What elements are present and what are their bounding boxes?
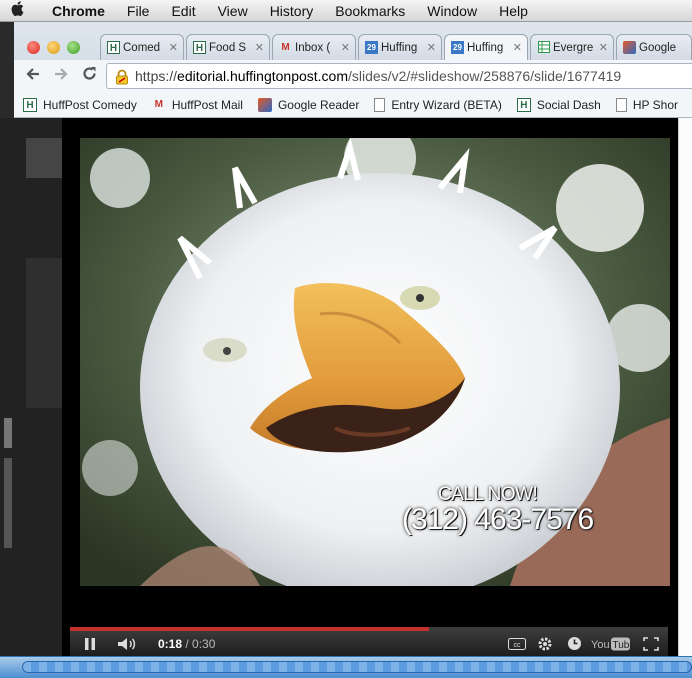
settings-gear-icon[interactable] <box>530 631 560 656</box>
bookmark-google-reader[interactable]: Google Reader <box>257 97 360 112</box>
document-icon <box>615 97 627 112</box>
menu-history[interactable]: History <box>259 3 325 19</box>
gmail-icon: M <box>154 98 163 110</box>
reload-icon[interactable] <box>78 66 100 86</box>
bookmark-label: Social Dash <box>536 97 601 112</box>
apple-icon[interactable] <box>0 1 34 20</box>
tab-label: Inbox ( <box>295 41 331 54</box>
close-window-button[interactable] <box>27 41 40 54</box>
page-right-sliver <box>678 118 692 656</box>
huffpost-icon: H <box>516 97 531 112</box>
google-reader-icon <box>257 97 272 112</box>
menu-file[interactable]: File <box>116 3 161 19</box>
bookmark-label: HP Shor <box>632 97 678 112</box>
url-host: editorial.huffingtonpost.com <box>177 68 348 84</box>
menu-edit[interactable]: Edit <box>160 3 206 19</box>
close-icon[interactable]: ✕ <box>341 41 350 54</box>
bookmark-label: Entry Wizard (BETA) <box>391 97 502 112</box>
youtube-logo-icon[interactable]: YouTube <box>588 631 634 656</box>
tab-food[interactable]: H Food S ✕ <box>186 34 270 60</box>
tab-huffington-1[interactable]: 29 Huffing ✕ <box>358 34 442 60</box>
time-display: 0:18 / 0:30 <box>158 637 215 651</box>
tab-strip: H Comed ✕ H Food S ✕ M Inbox ( ✕ 29 Huff… <box>14 30 692 60</box>
tab-label: Food S <box>209 41 247 54</box>
captions-icon[interactable]: cc <box>504 631 530 656</box>
close-icon[interactable]: ✕ <box>255 41 264 54</box>
huffpost-icon: H <box>107 41 120 54</box>
url-scheme: https:// <box>135 68 178 84</box>
gmail-icon: M <box>281 42 290 53</box>
current-time: 0:18 <box>158 636 183 651</box>
download-progress-bar <box>22 661 692 673</box>
calendar-icon: 29 <box>451 41 464 54</box>
svg-text:You: You <box>591 639 610 651</box>
menu-help[interactable]: Help <box>488 3 539 19</box>
tab-label: Huffing <box>381 41 418 54</box>
address-bar[interactable]: https://editorial.huffingtonpost.com/sli… <box>106 63 692 89</box>
tab-inbox[interactable]: M Inbox ( ✕ <box>272 34 356 60</box>
menu-bookmarks[interactable]: Bookmarks <box>324 3 416 19</box>
bookmark-huffpost-mail[interactable]: M HuffPost Mail <box>152 98 243 112</box>
pause-icon[interactable] <box>70 631 110 656</box>
tab-label: Comed <box>123 41 161 54</box>
menu-window[interactable]: Window <box>416 3 488 19</box>
background-block <box>26 138 62 178</box>
huffpost-icon: H <box>193 41 206 54</box>
close-icon[interactable]: ✕ <box>169 41 178 54</box>
dock-bar <box>0 656 692 678</box>
tab-label: Evergre <box>553 41 594 54</box>
svg-text:cc: cc <box>514 642 522 649</box>
bookmarks-bar: H HuffPost Comedy M HuffPost Mail Google… <box>14 92 692 118</box>
watch-later-clock-icon[interactable] <box>560 631 588 656</box>
video-overlay-text: CALL NOW! (312) 463-7576 <box>402 484 594 537</box>
phone-number-text: (312) 463-7576 <box>402 503 594 536</box>
svg-text:Tube: Tube <box>613 640 632 651</box>
close-icon[interactable]: ✕ <box>599 41 608 54</box>
tab-label: Google <box>639 41 677 54</box>
browser-window-chrome: H Comed ✕ H Food S ✕ M Inbox ( ✕ 29 Huff… <box>14 22 692 118</box>
forward-icon[interactable] <box>50 66 72 86</box>
close-icon[interactable]: ✕ <box>427 41 436 54</box>
lock-icon <box>115 68 129 85</box>
background-block <box>26 258 62 408</box>
tab-huffington-2[interactable]: 29 Huffing ✕ <box>444 34 528 60</box>
minimize-window-button[interactable] <box>47 41 60 54</box>
calendar-icon: 29 <box>365 41 378 54</box>
bookmark-label: Google Reader <box>277 97 360 112</box>
close-icon[interactable]: ✕ <box>513 41 522 54</box>
google-reader-icon <box>623 41 636 54</box>
bookmark-entry-wizard[interactable]: Entry Wizard (BETA) <box>374 97 502 112</box>
fullscreen-icon[interactable] <box>634 631 668 656</box>
background-block <box>4 418 12 448</box>
tab-label: Huffing <box>467 41 504 54</box>
volume-icon[interactable] <box>110 631 144 656</box>
bookmark-huffpost-comedy[interactable]: H HuffPost Comedy <box>23 97 137 112</box>
zoom-window-button[interactable] <box>67 41 80 54</box>
bookmark-label: HuffPost Comedy <box>43 97 137 112</box>
document-icon <box>374 97 386 112</box>
toolbar: https://editorial.huffingtonpost.com/sli… <box>14 60 692 92</box>
bookmark-hp-shortener[interactable]: HP Shor <box>615 97 678 112</box>
duration: / 0:30 <box>185 636 216 651</box>
menu-chrome[interactable]: Chrome <box>34 3 116 19</box>
url-path: /slides/v2/#slideshow/258876/slide/16774… <box>348 68 622 84</box>
menu-view[interactable]: View <box>207 3 259 19</box>
video-controls: 0:18 / 0:30 cc YouTube <box>70 631 668 656</box>
menu-bar: Chrome File Edit View History Bookmarks … <box>0 0 692 22</box>
background-block <box>4 458 12 548</box>
tab-evergreen[interactable]: Evergre ✕ <box>530 34 614 60</box>
huffpost-icon: H <box>23 97 37 112</box>
tab-google[interactable]: Google <box>616 34 692 60</box>
page-background-dimmed <box>0 118 62 656</box>
spreadsheet-icon <box>537 41 550 54</box>
bookmark-label: HuffPost Mail <box>171 97 243 112</box>
tab-comedy[interactable]: H Comed ✕ <box>100 34 184 60</box>
back-icon[interactable] <box>22 66 44 86</box>
bookmark-social-dash[interactable]: H Social Dash <box>516 97 601 112</box>
